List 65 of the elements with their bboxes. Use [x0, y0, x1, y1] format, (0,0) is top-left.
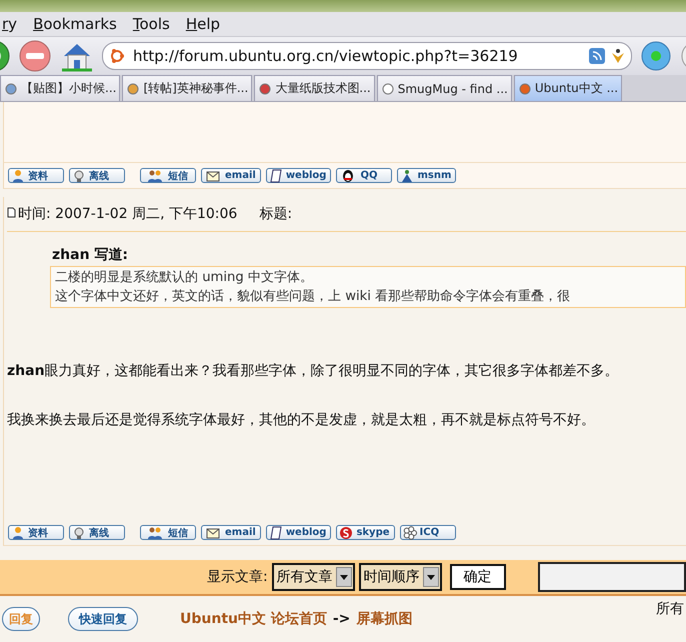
- quote-text: 二楼的明显是系统默认的 uming 中文字体。: [55, 269, 314, 287]
- address-field[interactable]: http://forum.ubuntu.org.cn/viewtopic.php?t=36219: [102, 42, 632, 70]
- profile-link-button[interactable]: weblog: [266, 525, 332, 540]
- envelope-icon: [204, 526, 222, 540]
- profile-link-button[interactable]: 短信: [140, 525, 196, 540]
- person-icon: [11, 168, 25, 182]
- lightbulb-icon: [72, 526, 86, 540]
- site-icon: [258, 82, 272, 96]
- site-icon: [126, 82, 140, 96]
- person-icon: [11, 526, 25, 540]
- browser-tab[interactable]: 【贴图】小时候...: [0, 75, 120, 101]
- quote-author: zhan 写道:: [52, 246, 130, 264]
- menu-item[interactable]: Tools: [132, 15, 170, 33]
- go-icon[interactable]: [640, 40, 672, 72]
- profile-link-button[interactable]: ICQ: [400, 525, 456, 540]
- site-icon: [518, 82, 532, 96]
- confirm-button[interactable]: 确定: [450, 564, 506, 590]
- profile-link-button[interactable]: msnm: [397, 168, 456, 183]
- flower-icon: [402, 526, 417, 540]
- figure-icon: [400, 168, 414, 182]
- caret-icon: [426, 574, 435, 580]
- page-icon: [268, 526, 283, 540]
- browser-tab[interactable]: [转帖]英神秘事件...: [122, 75, 252, 101]
- footer-text: 所有: [656, 600, 684, 618]
- post-text: 我换来换去最后还是觉得系统字体最好，其他的不是发虚，就是太粗，再不就是标点符号不好。: [7, 411, 596, 429]
- site-icon: [380, 82, 395, 96]
- profile-link-button[interactable]: 离线: [69, 525, 125, 540]
- stop-icon[interactable]: [18, 39, 52, 73]
- quote-text: 这个字体中文还好，英文的话，貌似有些问题，上 wiki 看那些帮助命令字体会有重叠，很: [55, 288, 572, 306]
- profile-link-button[interactable]: weblog: [266, 168, 332, 183]
- browser-tab[interactable]: 大量纸版技术图...: [254, 75, 375, 101]
- site-icon: [109, 48, 125, 64]
- post-time: 时间: 2007-1-02 周二, 下午10:06: [7, 205, 238, 223]
- profile-link-button[interactable]: 离线: [69, 168, 125, 183]
- profile-link-button[interactable]: QQ: [336, 168, 392, 183]
- browser-tab[interactable]: Ubuntu中文 ...: [514, 75, 622, 101]
- envelope-icon: [204, 168, 222, 182]
- post-text: zhan眼力真好，这都能看出来？我看那些字体，除了很明显不同的字体，其它很多字体都差不多。: [7, 362, 620, 380]
- post-subject: 标题:: [259, 205, 292, 223]
- rss-icon[interactable]: [589, 48, 605, 64]
- filter-select[interactable]: 所有文章: [272, 563, 355, 591]
- caret-icon: [340, 574, 348, 580]
- profile-link-button[interactable]: email: [201, 525, 261, 540]
- quick-reply-button[interactable]: 快速回复: [68, 607, 138, 631]
- s-logo-icon: [339, 526, 354, 540]
- site-icon: [4, 82, 18, 96]
- menu-item[interactable]: Bookmarks: [33, 15, 117, 33]
- profile-link-button[interactable]: skype: [336, 525, 395, 540]
- lightbulb-icon: [72, 168, 86, 182]
- breadcrumb-separator: ->: [332, 611, 350, 627]
- page-icon: [268, 168, 283, 182]
- menu-item[interactable]: ry: [2, 15, 18, 33]
- profile-link-button[interactable]: 资料: [8, 525, 64, 540]
- breadcrumb-link[interactable]: Ubuntu中文 论坛首页: [180, 610, 327, 628]
- profile-link-button[interactable]: 短信: [140, 168, 196, 183]
- profile-link-button[interactable]: email: [201, 168, 261, 183]
- figure-icon[interactable]: [611, 48, 625, 64]
- profile-link-button[interactable]: 资料: [8, 168, 64, 183]
- breadcrumb-link[interactable]: 屏幕抓图: [356, 610, 412, 628]
- post-icon: [7, 207, 16, 218]
- menu-item[interactable]: Help: [186, 15, 220, 33]
- input-field[interactable]: [538, 562, 686, 592]
- browser-tab[interactable]: SmugMug - find ...: [376, 75, 512, 101]
- sort-select[interactable]: 时间顺序: [358, 563, 442, 591]
- display-label: 显示文章:: [207, 568, 268, 586]
